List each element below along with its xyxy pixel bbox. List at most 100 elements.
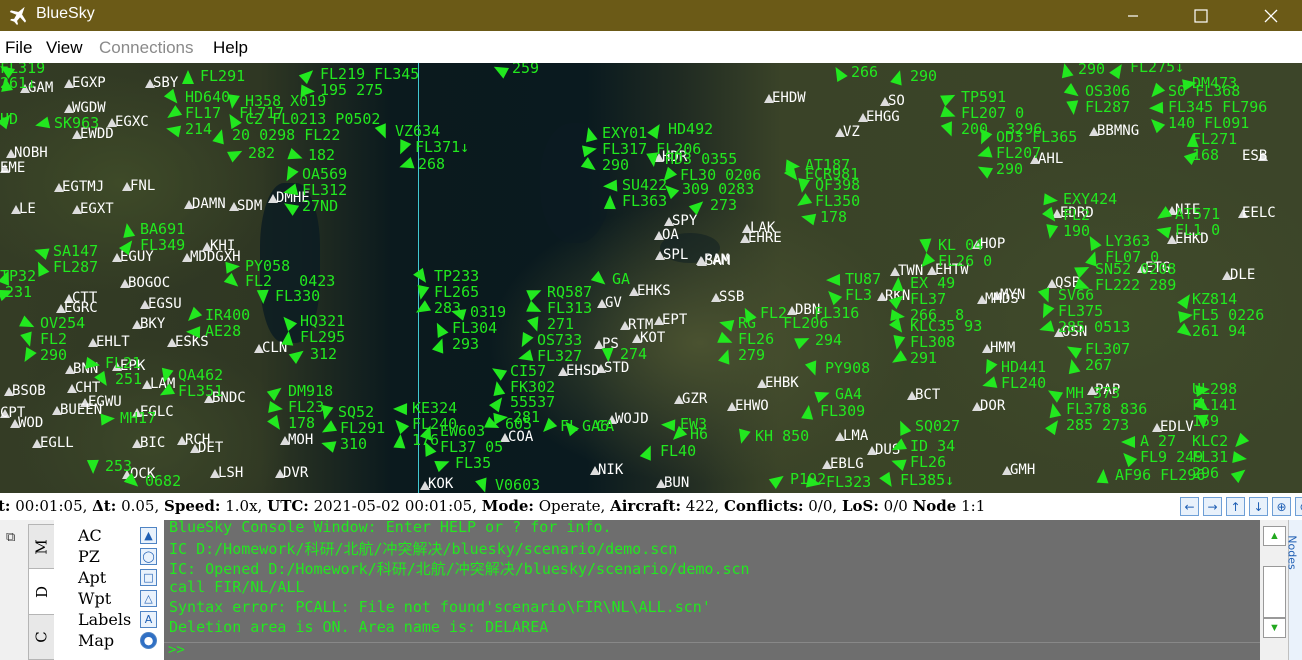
aircraft-icon[interactable] <box>281 165 299 185</box>
aircraft-icon[interactable] <box>212 127 228 145</box>
aircraft-icon[interactable] <box>491 63 509 79</box>
aircraft-icon[interactable] <box>516 332 534 350</box>
aircraft-icon[interactable] <box>940 105 958 123</box>
menu-connections[interactable]: Connections <box>99 38 194 58</box>
aircraft-icon[interactable] <box>394 139 412 157</box>
toggle-labels[interactable]: Labels A <box>54 609 164 629</box>
aircraft-icon[interactable] <box>1044 385 1064 403</box>
aircraft-icon[interactable] <box>32 244 50 260</box>
menu-file[interactable]: File <box>5 38 32 58</box>
aircraft-icon[interactable] <box>163 105 183 123</box>
aircraft-icon[interactable] <box>20 331 36 349</box>
aircraft-icon[interactable] <box>183 306 203 326</box>
zoom-in-button[interactable]: ⊕ <box>1272 497 1291 516</box>
aircraft-icon[interactable] <box>660 418 676 432</box>
aircraft-icon[interactable] <box>475 477 491 493</box>
menu-view[interactable]: View <box>46 38 83 58</box>
aircraft-icon[interactable] <box>890 334 906 352</box>
tab-d[interactable]: D <box>28 568 56 616</box>
aircraft-icon[interactable] <box>120 222 136 238</box>
aircraft-icon[interactable] <box>801 404 815 420</box>
aircraft-icon[interactable] <box>974 161 994 179</box>
aircraft-icon[interactable] <box>1121 436 1135 448</box>
aircraft-icon[interactable] <box>1096 468 1110 484</box>
waypoint-icon[interactable]: △ <box>140 590 157 607</box>
tab-c[interactable]: C <box>28 614 56 660</box>
aircraft-icon[interactable] <box>1146 82 1166 102</box>
undock-icon[interactable]: ⧉ <box>6 530 15 545</box>
aircraft-icon[interactable] <box>601 347 615 363</box>
aircraft-icon[interactable] <box>319 437 337 453</box>
aircraft-icon[interactable] <box>397 157 415 173</box>
nodes-tab[interactable]: Nodes <box>1286 520 1302 660</box>
aircraft-icon[interactable] <box>412 300 432 318</box>
aircraft-icon[interactable] <box>805 475 823 491</box>
menu-help[interactable]: Help <box>213 38 248 58</box>
toggle-wpt[interactable]: Wpt △ <box>54 588 164 608</box>
aircraft-icon[interactable] <box>735 428 751 446</box>
globe-icon[interactable]: ● <box>140 632 157 649</box>
aircraft-icon[interactable] <box>526 284 544 302</box>
tab-m[interactable]: M <box>28 524 56 570</box>
console-window[interactable]: BlueSky Console Window: Enter HELP or ? … <box>164 518 1260 660</box>
aircraft-icon[interactable] <box>33 116 51 132</box>
aircraft-icon[interactable] <box>227 145 245 163</box>
aircraft-icon[interactable] <box>804 360 822 378</box>
aircraft-icon[interactable] <box>768 471 788 489</box>
aircraft-icon[interactable] <box>602 179 618 193</box>
aircraft-icon[interactable] <box>879 471 897 491</box>
aircraft-icon[interactable] <box>1043 193 1059 207</box>
aircraft-icon[interactable] <box>919 238 933 254</box>
aircraft-icon[interactable] <box>392 402 408 416</box>
aircraft-icon[interactable] <box>374 123 392 141</box>
aircraft-icon[interactable] <box>488 363 508 381</box>
aircraft-icon[interactable] <box>718 347 734 365</box>
aircraft-icon[interactable] <box>1037 320 1055 336</box>
aircraft-icon[interactable] <box>799 210 817 226</box>
aircraft-icon[interactable] <box>1230 464 1250 484</box>
aircraft-icon[interactable] <box>1058 63 1074 79</box>
scroll-up-button[interactable]: ▲ <box>1263 526 1286 546</box>
aircraft-icon[interactable] <box>1065 357 1081 375</box>
aircraft-icon[interactable] <box>1063 341 1083 359</box>
aircraft-icon[interactable] <box>256 289 270 305</box>
aircraft-icon[interactable] <box>639 443 657 461</box>
aircraft-icon[interactable] <box>940 89 958 107</box>
aircraft-icon[interactable] <box>1066 100 1080 116</box>
zoom-out-button[interactable]: ⊖ <box>1295 497 1302 516</box>
aircraft-icon[interactable] <box>1146 114 1166 134</box>
scroll-thumb[interactable] <box>1263 566 1286 618</box>
aircraft-icon[interactable] <box>1037 303 1055 321</box>
aircraft-icon[interactable] <box>267 414 285 434</box>
aircraft-icon[interactable] <box>434 455 452 473</box>
aircraft-icon[interactable] <box>888 350 908 368</box>
aircraft-icon[interactable] <box>318 404 334 422</box>
aircraft-icon[interactable] <box>1037 287 1055 305</box>
aircraft-icon[interactable] <box>223 272 243 292</box>
aircraft-icon[interactable] <box>86 459 100 475</box>
aircraft-icon[interactable] <box>281 330 295 346</box>
aircraft-icon[interactable] <box>980 376 998 392</box>
aircraft-icon[interactable] <box>894 418 912 436</box>
aircraft-icon[interactable] <box>717 331 735 349</box>
aircraft-icon[interactable] <box>266 382 286 402</box>
aircraft-icon[interactable] <box>431 336 449 354</box>
aircraft-icon[interactable] <box>489 393 507 413</box>
aircraft-icon[interactable] <box>1118 448 1138 468</box>
aircraft-icon[interactable]: ▲ <box>140 527 157 544</box>
aircraft-icon[interactable] <box>889 455 907 471</box>
aircraft-icon[interactable] <box>182 70 194 84</box>
aircraft-icon[interactable] <box>647 120 665 140</box>
aircraft-icon[interactable] <box>390 415 410 435</box>
aircraft-icon[interactable] <box>225 260 241 274</box>
pan-left-button[interactable]: ← <box>1180 497 1199 516</box>
aircraft-icon[interactable] <box>793 193 813 211</box>
aircraft-icon[interactable] <box>830 63 848 83</box>
aircraft-icon[interactable] <box>414 284 430 302</box>
aircraft-icon[interactable] <box>646 152 660 168</box>
aircraft-icon[interactable] <box>890 68 906 86</box>
aircraft-icon[interactable] <box>825 273 841 287</box>
toggle-map[interactable]: Map ● <box>54 630 164 650</box>
aircraft-icon[interactable] <box>1232 451 1248 465</box>
aircraft-icon[interactable] <box>980 359 998 377</box>
